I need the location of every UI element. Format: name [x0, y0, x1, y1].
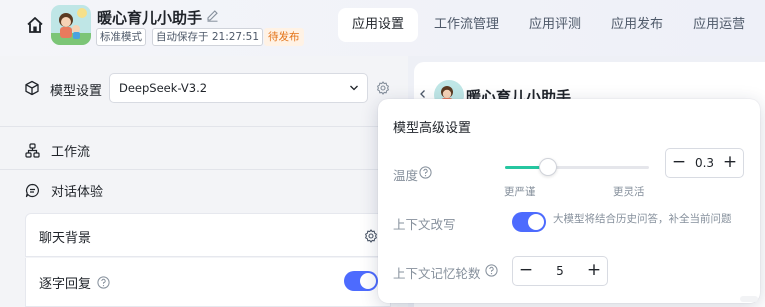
context-rewrite-description: 大模型将结合历史问答，补全当前问题	[553, 213, 732, 225]
model-select[interactable]: DeepSeek-V3.2	[109, 73, 368, 103]
model-select-value: DeepSeek-V3.2	[119, 81, 208, 95]
temperature-slider-thumb[interactable]	[539, 158, 558, 176]
temperature-increment-button[interactable]: +	[717, 149, 743, 177]
memory-increment-button[interactable]: +	[581, 257, 607, 285]
section-divider	[0, 169, 408, 170]
autosave-tag: 自动保存于 21:27:51	[152, 28, 263, 46]
model-settings-row: 模型设置 DeepSeek-V3.2	[0, 68, 408, 108]
chevron-down-icon	[350, 85, 358, 91]
temperature-min-label: 更严谨	[504, 186, 536, 198]
stream-reply-card: 逐字回复	[25, 258, 391, 307]
stream-reply-label: 逐字回复	[39, 277, 92, 292]
stream-reply-toggle[interactable]	[344, 271, 378, 291]
config-panel: 模型设置 DeepSeek-V3.2 工作流 对话体验 聊天背景 逐字回复	[0, 56, 408, 307]
chat-background-card[interactable]: 聊天背景	[25, 213, 391, 257]
app-title: 暖心育儿小助手	[97, 9, 203, 27]
memory-rounds-value[interactable]: 5	[539, 257, 581, 285]
popover-title: 模型高级设置	[393, 121, 472, 136]
gear-icon[interactable]	[364, 229, 378, 243]
home-icon[interactable]	[26, 16, 44, 34]
dialog-experience-label: 对话体验	[51, 185, 104, 200]
tab-app-operations[interactable]: 应用运营	[679, 8, 759, 42]
temperature-stepper: − 0.3 +	[665, 148, 744, 178]
tab-app-evaluation[interactable]: 应用评测	[515, 8, 595, 42]
temperature-slider[interactable]	[505, 158, 649, 176]
temperature-decrement-button[interactable]: −	[666, 149, 692, 177]
help-icon[interactable]	[485, 264, 498, 277]
model-advanced-settings-popover: 模型高级设置 温度 更严谨 更灵活 − 0.3 + 上下文改写 大模型将结合历史…	[378, 99, 760, 303]
tab-workflow-management[interactable]: 工作流管理	[420, 8, 513, 42]
memory-rounds-stepper: − 5 +	[512, 256, 608, 286]
context-rewrite-toggle[interactable]	[512, 212, 546, 232]
top-tabs: 应用设置 工作流管理 应用评测 应用发布 应用运营	[338, 8, 761, 42]
app-header: 暖心育儿小助手 标准模式 自动保存于 21:27:51 待发布 应用设置 工作流…	[0, 0, 765, 56]
app-avatar	[51, 5, 91, 45]
chat-background-label: 聊天背景	[39, 231, 92, 246]
context-rewrite-label: 上下文改写	[393, 217, 456, 232]
tab-app-settings[interactable]: 应用设置	[338, 8, 419, 42]
chat-bubble-icon	[25, 183, 39, 198]
workflow-label: 工作流	[51, 145, 91, 160]
model-settings-label: 模型设置	[50, 84, 103, 99]
temperature-value[interactable]: 0.3	[692, 149, 717, 177]
memory-decrement-button[interactable]: −	[513, 257, 539, 285]
tab-app-publish[interactable]: 应用发布	[597, 8, 677, 42]
scrollbar[interactable]	[740, 296, 758, 302]
edit-icon[interactable]	[206, 9, 219, 22]
section-divider	[0, 126, 408, 127]
cube-icon	[25, 80, 39, 96]
publish-status-badge: 待发布	[264, 28, 304, 46]
chevron-left-icon[interactable]	[418, 89, 428, 99]
workflow-section[interactable]: 工作流	[0, 132, 408, 168]
workflow-icon	[25, 143, 40, 158]
temperature-label: 温度	[393, 168, 419, 183]
memory-rounds-label: 上下文记忆轮数	[393, 266, 481, 281]
dialog-experience-section[interactable]: 对话体验	[0, 176, 408, 206]
temperature-max-label: 更灵活	[613, 186, 645, 198]
mode-tag: 标准模式	[96, 28, 146, 46]
help-icon[interactable]	[97, 276, 110, 289]
model-advanced-gear-icon[interactable]	[376, 81, 390, 95]
help-icon[interactable]	[419, 166, 432, 179]
